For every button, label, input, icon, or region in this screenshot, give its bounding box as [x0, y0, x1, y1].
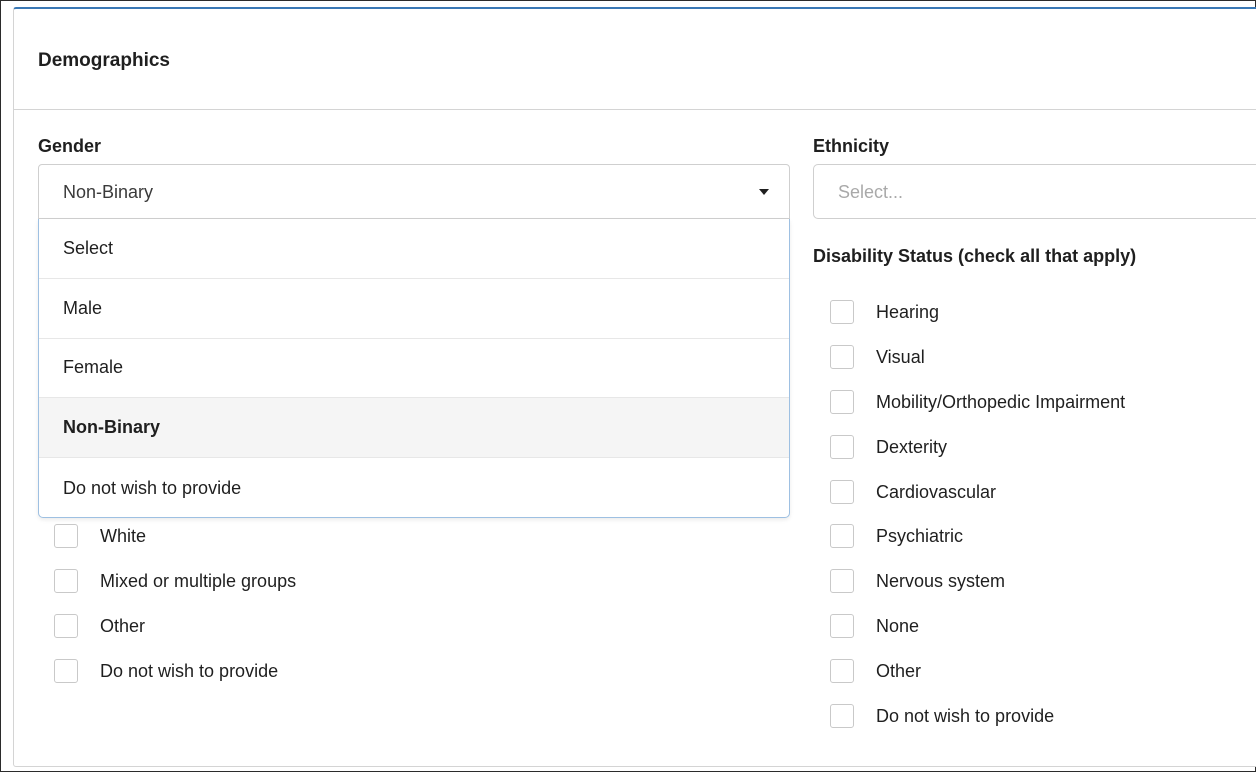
- checkbox[interactable]: [830, 345, 854, 369]
- disability-option-other[interactable]: Other: [830, 658, 921, 684]
- disability-option-psychiatric[interactable]: Psychiatric: [830, 523, 963, 549]
- checkbox[interactable]: [830, 300, 854, 324]
- gender-option-male[interactable]: Male: [39, 279, 789, 339]
- gender-option-non-binary[interactable]: Non-Binary: [39, 398, 789, 459]
- checkbox[interactable]: [830, 659, 854, 683]
- disability-option-none[interactable]: None: [830, 613, 919, 639]
- disability-option-dexterity[interactable]: Dexterity: [830, 434, 947, 460]
- ethnicity-option-other[interactable]: Other: [54, 613, 145, 639]
- checkbox-label: Do not wish to provide: [100, 660, 279, 681]
- disability-option-nervous-system[interactable]: Nervous system: [830, 568, 1005, 594]
- disability-option-hearing[interactable]: Hearing: [830, 299, 939, 325]
- gender-option-do-not-wish[interactable]: Do not wish to provide: [39, 458, 789, 517]
- checkbox[interactable]: [830, 569, 854, 593]
- ethnicity-placeholder: Select...: [838, 182, 904, 202]
- checkbox[interactable]: [54, 659, 78, 683]
- checkbox-label: Nervous system: [876, 570, 1006, 591]
- ethnicity-option-do-not-wish[interactable]: Do not wish to provide: [54, 658, 278, 684]
- checkbox[interactable]: [830, 480, 854, 504]
- disability-label: Disability Status (check all that apply): [813, 246, 1137, 266]
- checkbox-label: None: [876, 615, 920, 636]
- disability-option-do-not-wish[interactable]: Do not wish to provide: [830, 703, 1054, 729]
- gender-option-female[interactable]: Female: [39, 339, 789, 399]
- checkbox[interactable]: [830, 614, 854, 638]
- checkbox[interactable]: [54, 569, 78, 593]
- gender-select-value: Non-Binary: [63, 182, 154, 202]
- disability-option-cardiovascular[interactable]: Cardiovascular: [830, 479, 996, 505]
- gender-select[interactable]: Non-Binary: [38, 164, 790, 219]
- checkbox-label: Psychiatric: [876, 525, 964, 546]
- checkbox-label: Do not wish to provide: [876, 705, 1055, 726]
- checkbox-label: Mixed or multiple groups: [100, 570, 297, 591]
- checkbox[interactable]: [830, 524, 854, 548]
- ethnicity-option-mixed[interactable]: Mixed or multiple groups: [54, 568, 296, 594]
- checkbox-label: Mobility/Orthopedic Impairment: [876, 391, 1126, 412]
- ethnicity-option-white[interactable]: White: [54, 523, 146, 549]
- checkbox[interactable]: [54, 524, 78, 548]
- checkbox-label: Dexterity: [876, 436, 948, 457]
- section-title: Demographics: [38, 50, 170, 71]
- caret-down-icon: [759, 189, 769, 195]
- checkbox-label: Other: [100, 615, 146, 636]
- gender-dropdown-menu: Select Male Female Non-Binary Do not wis…: [38, 219, 790, 518]
- ethnicity-label: Ethnicity: [813, 136, 890, 156]
- checkbox[interactable]: [830, 704, 854, 728]
- checkbox-label: White: [100, 525, 147, 546]
- page-frame: Demographics Gender Non-Binary Select Ma…: [0, 0, 1256, 772]
- disability-option-visual[interactable]: Visual: [830, 344, 925, 370]
- checkbox[interactable]: [830, 390, 854, 414]
- gender-label: Gender: [38, 136, 102, 156]
- checkbox[interactable]: [830, 435, 854, 459]
- card-header: Demographics: [14, 9, 1256, 110]
- checkbox-label: Hearing: [876, 301, 940, 322]
- ethnicity-select[interactable]: Select...: [813, 164, 1256, 219]
- checkbox-label: Other: [876, 660, 922, 681]
- checkbox[interactable]: [54, 614, 78, 638]
- gender-option-select[interactable]: Select: [39, 219, 789, 279]
- checkbox-label: Visual: [876, 346, 925, 367]
- checkbox-label: Cardiovascular: [876, 481, 997, 502]
- disability-option-mobility[interactable]: Mobility/Orthopedic Impairment: [830, 389, 1125, 415]
